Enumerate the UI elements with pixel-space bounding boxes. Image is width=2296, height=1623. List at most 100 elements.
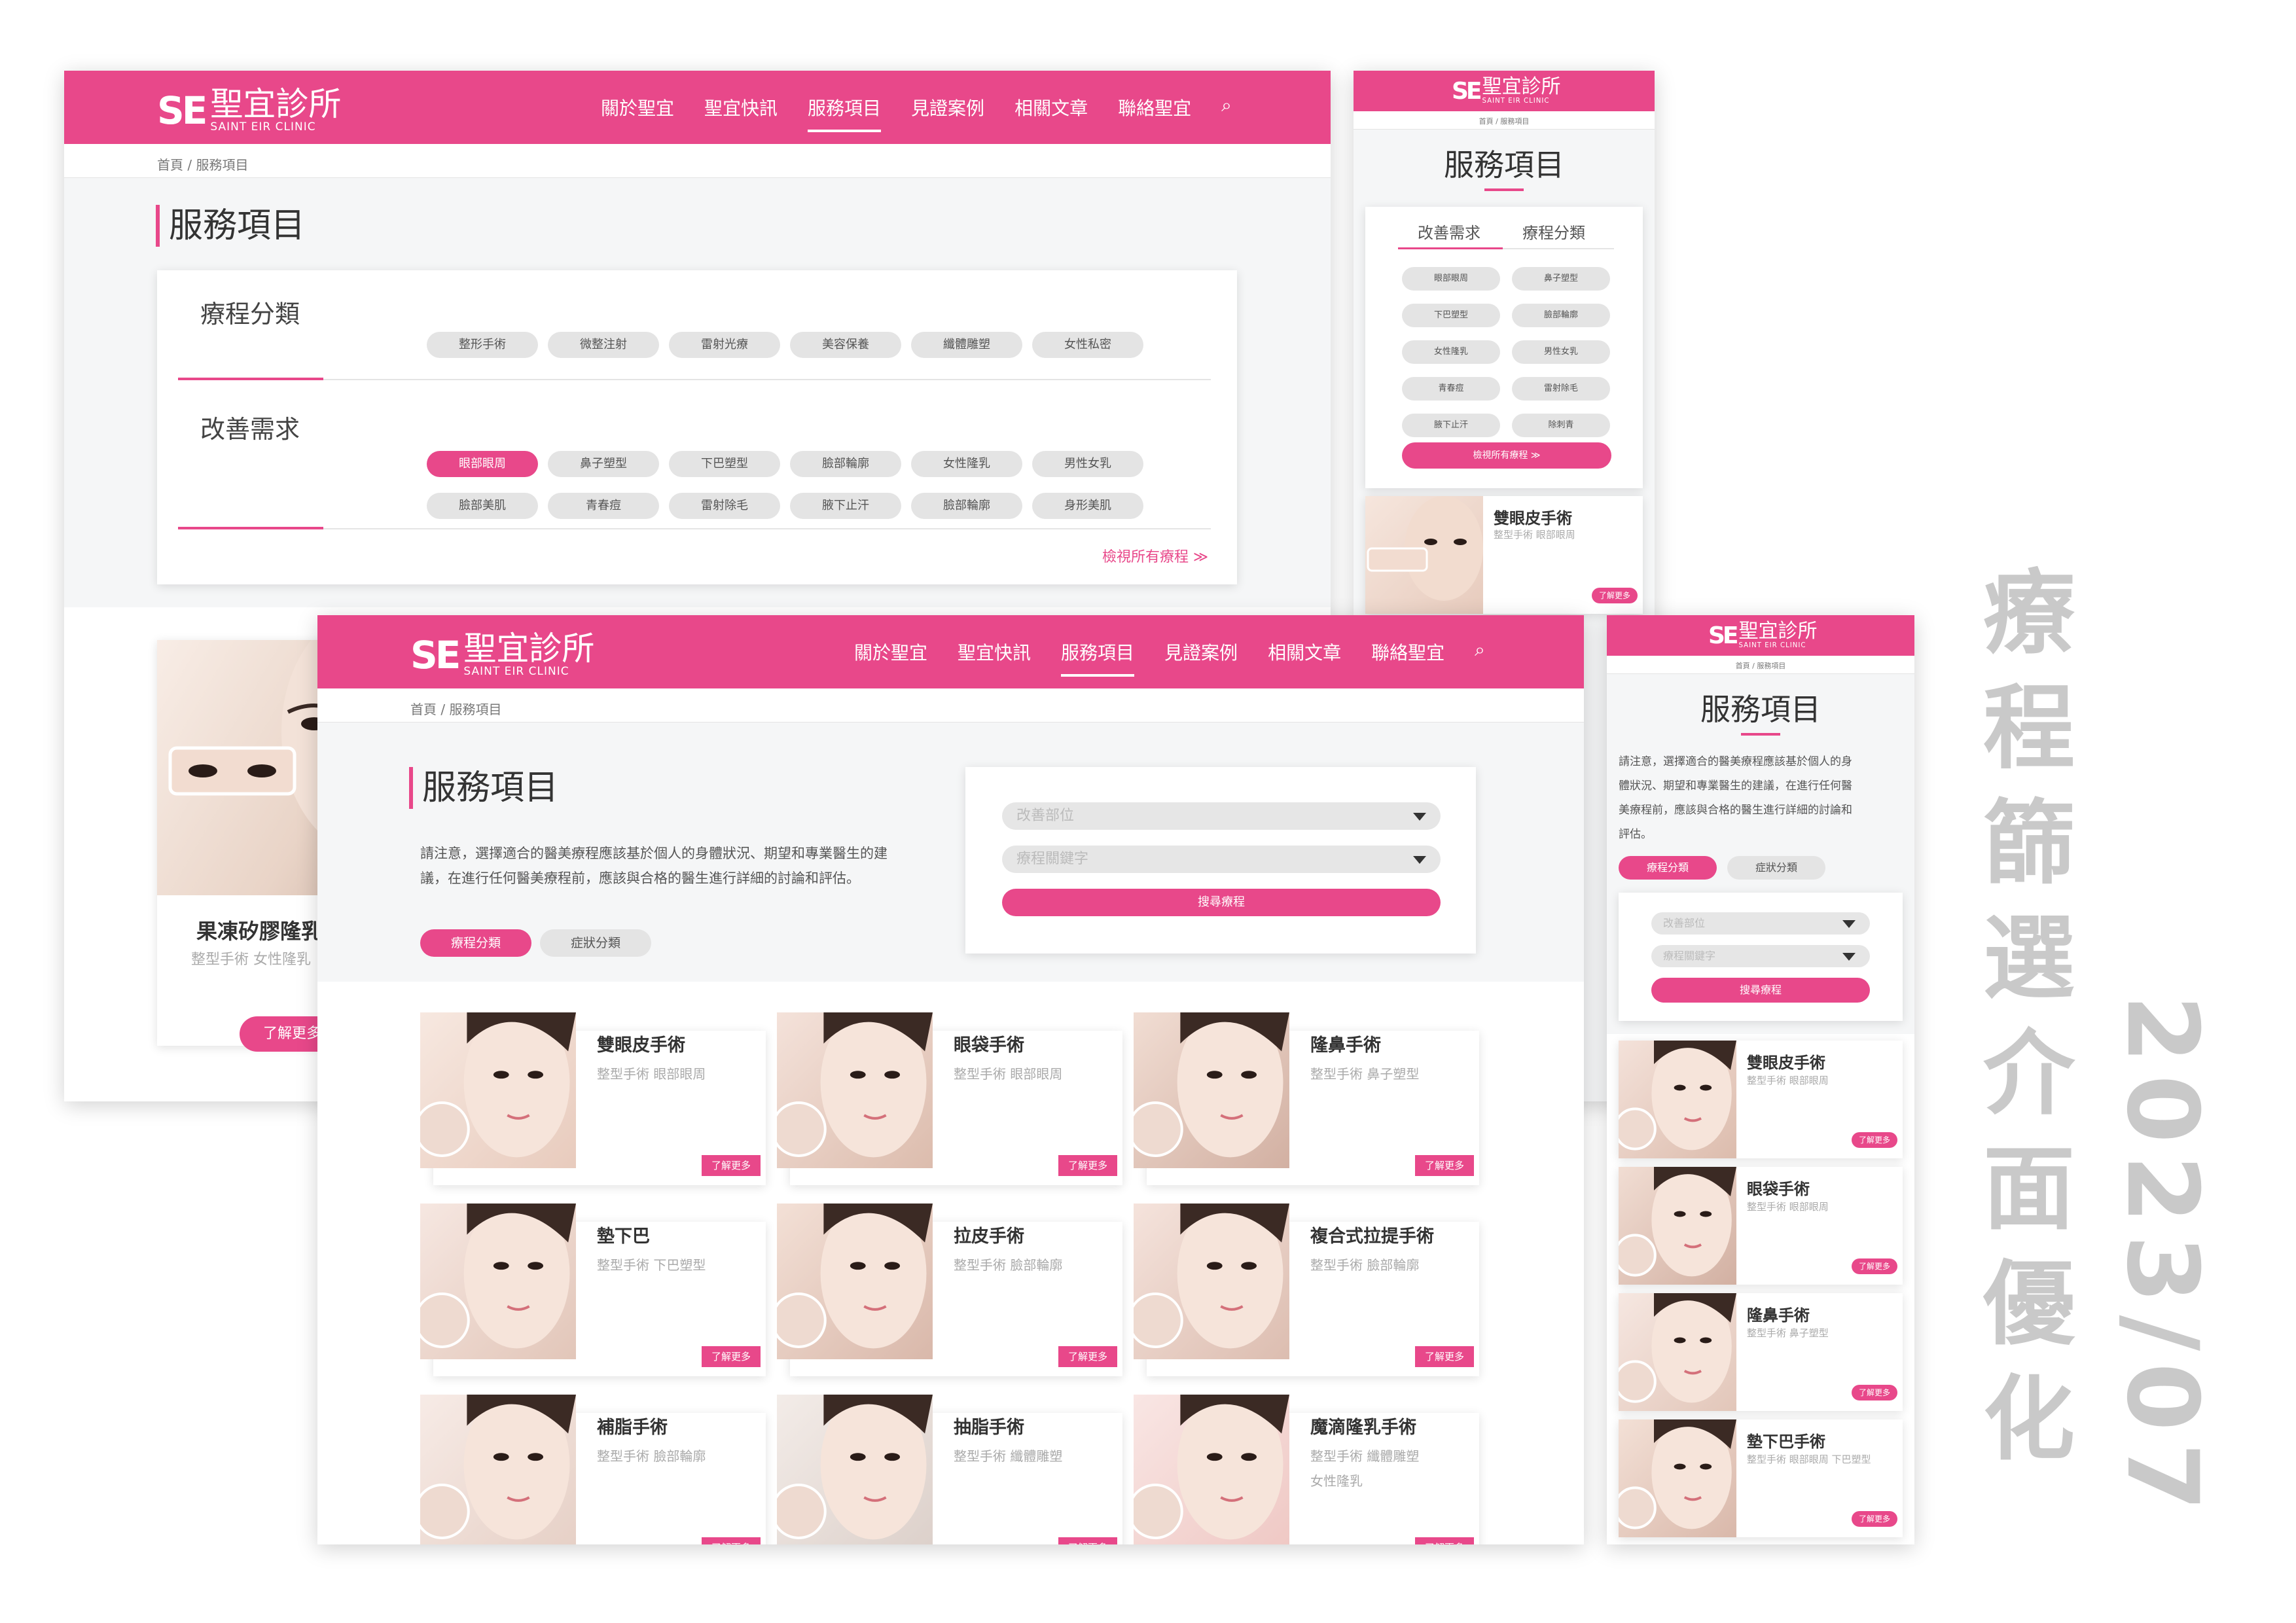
result-card[interactable]: 抽脂手術整型手術 纖體雕塑了解更多 <box>777 1395 1122 1544</box>
filter-pill[interactable]: 青春痘 <box>548 493 659 519</box>
nav-articles[interactable]: 相關文章 <box>1014 94 1088 120</box>
result-card[interactable]: 拉皮手術 整型手術 臉部輪廓 了解更多 <box>777 1204 1122 1376</box>
keyword-select[interactable]: 療程關鍵字 <box>1002 846 1441 873</box>
card-subtitle: 整型手術 臉部輪廓 <box>954 1257 1063 1273</box>
filter-pill[interactable]: 男性女乳 <box>1512 340 1610 364</box>
result-card[interactable]: 魔滴隆乳手術整型手術 纖體雕塑女性隆乳了解更多 <box>1134 1395 1479 1544</box>
filter-pill[interactable]: 纖體雕塑 <box>911 332 1022 358</box>
learn-more-button[interactable]: 了解更多 <box>1058 1537 1117 1544</box>
keyword-select[interactable]: 療程關鍵字 <box>1651 945 1870 967</box>
view-all-button[interactable]: 檢視所有療程 ≫ <box>1402 442 1611 469</box>
filter-pill[interactable]: 雷射除毛 <box>669 493 780 519</box>
search-button[interactable]: 搜尋療程 <box>1651 978 1870 1003</box>
mobile-result-card[interactable]: 雙眼皮手術 整型手術 眼部眼周 了解更多 <box>1365 496 1643 614</box>
nav-about[interactable]: 關於聖宜 <box>601 94 674 120</box>
brand-logo[interactable]: SE 聖宜診所 SAINT EIR CLINIC <box>1708 622 1818 649</box>
filter-pill[interactable]: 除刺青 <box>1512 414 1610 437</box>
filter-pill[interactable]: 臉部美肌 <box>427 493 538 519</box>
breadcrumb-text[interactable]: 首頁 / 服務項目 <box>157 157 248 173</box>
filter-pill[interactable]: 女性私密 <box>1032 332 1143 358</box>
nav-contact[interactable]: 聯絡聖宜 <box>1371 639 1444 665</box>
nav-articles[interactable]: 相關文章 <box>1268 639 1341 665</box>
nav-news[interactable]: 聖宜快訊 <box>958 639 1031 665</box>
filter-pill[interactable]: 下巴塑型 <box>669 451 780 477</box>
brand-logo[interactable]: SE 聖宜診所 SAINT EIR CLINIC <box>1452 77 1561 105</box>
learn-more-button[interactable]: 了解更多 <box>1415 1155 1474 1176</box>
learn-more-button[interactable]: 了解更多 <box>1852 1511 1897 1527</box>
search-icon[interactable]: ⌕ <box>1221 94 1232 120</box>
nav-services[interactable]: 服務項目 <box>1061 639 1135 677</box>
nav-contact[interactable]: 聯絡聖宜 <box>1118 94 1191 120</box>
result-card[interactable]: 補脂手術整型手術 臉部輪廓了解更多 <box>420 1395 766 1544</box>
brand-logo[interactable]: SE 聖宜診所 SAINT EIR CLINIC <box>157 88 341 133</box>
result-card[interactable]: 眼袋手術 整型手術 眼部眼周 了解更多 <box>777 1012 1122 1185</box>
filter-pill[interactable]: 微整注射 <box>548 332 659 358</box>
learn-more-button[interactable]: 了解更多 <box>1852 1385 1897 1400</box>
filter-pill[interactable]: 男性女乳 <box>1032 451 1143 477</box>
card-title: 墊下巴 <box>597 1226 650 1247</box>
tab-category[interactable]: 療程分類 <box>1619 856 1717 880</box>
learn-more-button[interactable]: 了解更多 <box>1852 1132 1897 1148</box>
mobile-result-card[interactable]: 雙眼皮手術 整型手術 眼部眼周 了解更多 <box>1619 1041 1903 1158</box>
tab-needs[interactable]: 改善需求 <box>1418 220 1480 243</box>
learn-more-button[interactable]: 了解更多 <box>702 1346 761 1367</box>
result-card[interactable]: 複合式拉提手術 整型手術 臉部輪廓 了解更多 <box>1134 1204 1479 1376</box>
face-photo-icon <box>777 1012 933 1168</box>
filter-pill[interactable]: 腋下止汗 <box>1402 414 1500 437</box>
search-button[interactable]: 搜尋療程 <box>1002 889 1441 916</box>
filter-pill[interactable]: 臉部輪廓 <box>790 451 901 477</box>
learn-more-button[interactable]: 了解更多 <box>702 1537 761 1544</box>
mobile-result-card[interactable]: 眼袋手術 整型手術 眼部眼周 了解更多 <box>1619 1167 1903 1285</box>
result-card[interactable]: 墊下巴 整型手術 下巴塑型 了解更多 <box>420 1204 766 1376</box>
view-all-link[interactable]: 檢視所有療程 ≫ <box>1102 545 1208 566</box>
filter-pill[interactable]: 鼻子塑型 <box>548 451 659 477</box>
learn-more-button[interactable]: 了解更多 <box>1058 1155 1117 1176</box>
tab-symptom[interactable]: 症狀分類 <box>540 929 651 957</box>
learn-more-button[interactable]: 了解更多 <box>1415 1537 1474 1544</box>
area-select[interactable]: 改善部位 <box>1002 802 1441 830</box>
breadcrumb-text[interactable]: 首頁 / 服務項目 <box>1736 662 1786 670</box>
breadcrumb-text[interactable]: 首頁 / 服務項目 <box>410 702 501 717</box>
filter-pill[interactable]: 鼻子塑型 <box>1512 267 1610 291</box>
mobile-result-card[interactable]: 隆鼻手術 整型手術 鼻子塑型 了解更多 <box>1619 1293 1903 1411</box>
filter-pill[interactable]: 臉部輪廓 <box>911 493 1022 519</box>
filter-pill[interactable]: 臉部輪廓 <box>1512 304 1610 327</box>
nav-about[interactable]: 關於聖宜 <box>854 639 927 665</box>
result-card[interactable]: 隆鼻手術 整型手術 鼻子塑型 了解更多 <box>1134 1012 1479 1185</box>
nav-cases[interactable]: 見證案例 <box>911 94 984 120</box>
result-card[interactable]: 雙眼皮手術 整型手術 眼部眼周 了解更多 <box>420 1012 766 1185</box>
nav-services[interactable]: 服務項目 <box>808 94 882 132</box>
tab-category[interactable]: 療程分類 <box>420 929 531 957</box>
breadcrumb-text[interactable]: 首頁 / 服務項目 <box>1479 117 1530 126</box>
filter-pill[interactable]: 身形美肌 <box>1032 493 1143 519</box>
notice-line: 體狀況、期望和專業醫生的建議，在進行任何醫 <box>1619 779 1852 793</box>
brand-logo[interactable]: SE 聖宜診所 SAINT EIR CLINIC <box>410 632 594 677</box>
tab-symptom[interactable]: 症狀分類 <box>1727 856 1825 880</box>
nav-cases[interactable]: 見證案例 <box>1164 639 1238 665</box>
filter-pill[interactable]: 下巴塑型 <box>1402 304 1500 327</box>
mobile-result-card[interactable]: 墊下巴手術 整型手術 眼部眼周 下巴塑型 了解更多 <box>1619 1419 1903 1537</box>
tab-category[interactable]: 療程分類 <box>1522 220 1585 243</box>
learn-more-button[interactable]: 了解更多 <box>1415 1346 1474 1367</box>
learn-more-button[interactable]: 了解更多 <box>1058 1346 1117 1367</box>
filter-pill[interactable]: 整形手術 <box>427 332 538 358</box>
filter-pill[interactable]: 眼部眼周 <box>1402 267 1500 291</box>
filter-pill[interactable]: 女性隆乳 <box>911 451 1022 477</box>
filter-pill[interactable]: 女性隆乳 <box>1402 340 1500 364</box>
card-photo <box>1134 1012 1289 1168</box>
nav-news[interactable]: 聖宜快訊 <box>704 94 778 120</box>
learn-more-button[interactable]: 了解更多 <box>702 1155 761 1176</box>
search-icon[interactable]: ⌕ <box>1475 639 1485 665</box>
filter-pill[interactable]: 眼部眼周 <box>427 451 538 477</box>
notice-line: 請注意，選擇適合的醫美療程應該基於個人的身體狀況、期望和專業醫生的建 <box>420 846 888 861</box>
page-title: 服務項目 <box>1444 147 1564 183</box>
filter-pill[interactable]: 雷射光療 <box>669 332 780 358</box>
learn-more-button[interactable]: 了解更多 <box>1852 1258 1897 1274</box>
filter-pill[interactable]: 美容保養 <box>790 332 901 358</box>
filter-pill[interactable]: 青春痘 <box>1402 377 1500 401</box>
area-select[interactable]: 改善部位 <box>1651 912 1870 935</box>
learn-more-button[interactable]: 了解更多 <box>1592 588 1638 603</box>
filter-pill[interactable]: 雷射除毛 <box>1512 377 1610 401</box>
filter-pill[interactable]: 腋下止汗 <box>790 493 901 519</box>
desktop-search-screen: SE 聖宜診所 SAINT EIR CLINIC 關於聖宜 聖宜快訊 服務項目 見… <box>317 615 1584 1544</box>
